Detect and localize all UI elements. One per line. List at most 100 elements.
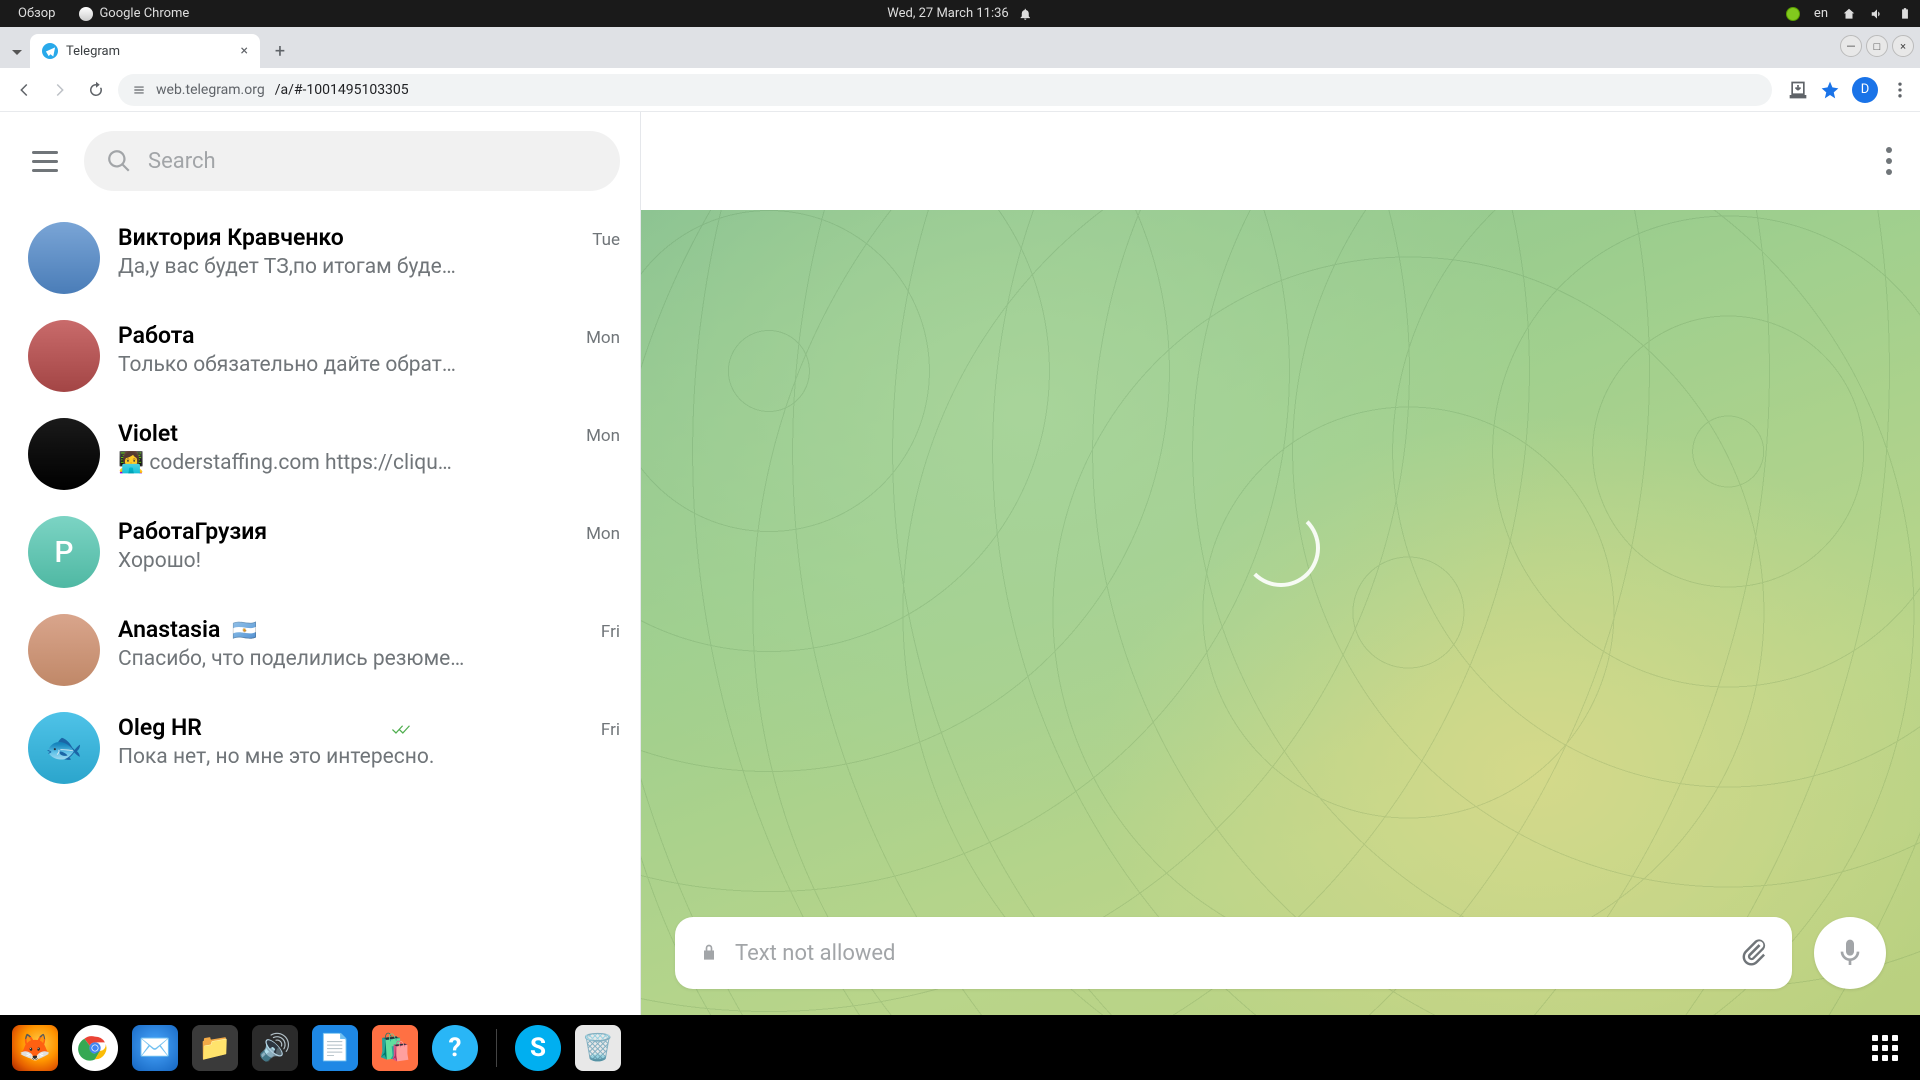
chat-item[interactable]: Violet Mon 👩‍💻 coderstaffing.com https://c… — [0, 406, 640, 504]
chat-item[interactable]: 🐟 Oleg HR ✓✓ Fri Пока нет, но мне это интере… — [0, 700, 640, 798]
chat-avatar — [28, 320, 100, 392]
sound-icon[interactable] — [1870, 7, 1884, 21]
composer-placeholder: Text not allowed — [735, 941, 895, 966]
dock: 🦊 ✉️ 📁 🔊 📄 🛍️ ? S 🗑️ — [0, 1015, 1920, 1080]
telegram-app: Search Виктория КравченкоTueДа,у вас буд… — [0, 112, 1920, 1015]
network-icon[interactable] — [1842, 7, 1856, 21]
dock-skype[interactable]: S — [515, 1025, 561, 1071]
maximize-button[interactable]: □ — [1866, 35, 1888, 57]
message-composer: Text not allowed — [675, 917, 1792, 989]
chat-name: Anastasia — [118, 616, 220, 643]
chat-date: Mon — [586, 524, 620, 544]
bookmark-star-icon[interactable] — [1820, 80, 1840, 100]
chat-name: Работа — [118, 322, 195, 349]
chat-area: Text not allowed — [641, 112, 1920, 1015]
dock-firefox[interactable]: 🦊 — [12, 1025, 58, 1071]
chat-background: Text not allowed — [641, 210, 1920, 1015]
chat-name: Violet — [118, 420, 178, 447]
chat-body: Anastasia🇦🇷FriСпасибо, что поделились ре… — [118, 614, 620, 686]
flag-icon: 🇦🇷 — [232, 618, 257, 642]
chat-item[interactable]: Р РаботаГрузия Mon Хорошо! — [0, 504, 640, 602]
overview-label[interactable]: Обзор — [18, 6, 55, 21]
url-host: web.telegram.org — [156, 82, 265, 98]
new-tab-button[interactable]: + — [266, 37, 294, 65]
chat-avatar: Р — [28, 516, 100, 588]
dock-chrome[interactable] — [72, 1025, 118, 1071]
site-settings-icon[interactable] — [132, 83, 146, 97]
dock-writer[interactable]: 📄 — [312, 1025, 358, 1071]
address-bar[interactable]: web.telegram.org/a/#-1001495103305 — [118, 74, 1772, 106]
reload-button[interactable] — [82, 76, 110, 104]
chat-preview: Пока нет, но мне это интересно. — [118, 745, 620, 769]
read-check-icon: ✓✓ — [391, 720, 405, 740]
notifications-icon[interactable] — [1019, 7, 1033, 21]
dock-software[interactable]: 🛍️ — [372, 1025, 418, 1071]
tab-title: Telegram — [66, 44, 233, 59]
loading-spinner — [1242, 509, 1320, 587]
tab-telegram[interactable]: Telegram × — [30, 34, 260, 68]
chat-date: Tue — [592, 230, 620, 250]
chat-body: РаботаГрузия Mon Хорошо! — [118, 516, 620, 588]
dock-apps-button[interactable] — [1862, 1025, 1908, 1071]
minimize-button[interactable]: － — [1840, 35, 1862, 57]
chat-date: Mon — [586, 328, 620, 348]
tab-close-button[interactable]: × — [241, 43, 248, 59]
back-button[interactable] — [10, 76, 38, 104]
dock-thunderbird[interactable]: ✉️ — [132, 1025, 178, 1071]
chat-item[interactable]: Anastasia🇦🇷FriСпасибо, что поделились ре… — [0, 602, 640, 700]
chat-list[interactable]: Виктория КравченкоTueДа,у вас будет ТЗ,п… — [0, 210, 640, 1015]
tab-bar: Telegram × + － □ × — [0, 27, 1920, 68]
chat-name: РаботаГрузия — [118, 518, 267, 545]
chat-date: Mon — [586, 426, 620, 446]
install-app-icon[interactable] — [1788, 80, 1808, 100]
dock-trash[interactable]: 🗑️ — [575, 1025, 621, 1071]
chat-body: Oleg HR ✓✓ Fri Пока нет, но мне это интерес… — [118, 712, 620, 784]
lock-icon — [699, 943, 719, 963]
chat-date: Fri — [601, 720, 620, 740]
search-icon — [106, 148, 132, 174]
chat-item[interactable]: Работа Mon Только обязательно дайте обрат… — [0, 308, 640, 406]
url-path: /a/#-1001495103305 — [275, 82, 409, 98]
sidebar-header: Search — [0, 112, 640, 210]
chat-menu-button[interactable] — [1886, 147, 1892, 175]
dock-help[interactable]: ? — [432, 1025, 478, 1071]
tab-search-button[interactable] — [8, 38, 26, 66]
menu-button[interactable] — [20, 136, 70, 186]
chrome-menu-icon[interactable] — [1890, 80, 1910, 100]
chat-preview: Только обязательно дайте обрат… — [118, 353, 620, 377]
chat-body: Виктория КравченкоTueДа,у вас будет ТЗ,п… — [118, 222, 620, 294]
voice-message-button[interactable] — [1814, 917, 1886, 989]
chat-body: Работа Mon Только обязательно дайте обрат… — [118, 320, 620, 392]
chat-pattern — [641, 210, 1920, 1015]
telegram-favicon — [42, 43, 58, 59]
chat-avatar — [28, 222, 100, 294]
chrome-icon — [79, 7, 93, 21]
chat-sidebar: Search Виктория КравченкоTueДа,у вас буд… — [0, 112, 641, 1015]
chat-preview: 👩‍💻 coderstaffing.com https://cliqu… — [118, 451, 620, 475]
search-placeholder: Search — [148, 149, 216, 174]
dock-separator — [496, 1029, 497, 1067]
attach-button[interactable] — [1738, 936, 1768, 970]
chat-preview: Да,у вас будет ТЗ,по итогам буде… — [118, 255, 620, 279]
profile-avatar[interactable]: D — [1852, 77, 1878, 103]
chat-preview: Хорошо! — [118, 549, 620, 573]
dock-files[interactable]: 📁 — [192, 1025, 238, 1071]
close-window-button[interactable]: × — [1892, 35, 1914, 57]
chat-item[interactable]: Виктория КравченкоTueДа,у вас будет ТЗ,п… — [0, 210, 640, 308]
chat-preview: Спасибо, что поделились резюме… — [118, 647, 620, 671]
status-ok-icon — [1786, 7, 1800, 21]
active-app-indicator[interactable]: Google Chrome — [79, 6, 189, 21]
chat-header — [641, 112, 1920, 210]
active-app-label: Google Chrome — [99, 6, 189, 21]
chrome-window: Telegram × + － □ × web.telegram.org/a/#-… — [0, 27, 1920, 1015]
chat-name: Oleg HR — [118, 714, 202, 741]
browser-toolbar: web.telegram.org/a/#-1001495103305 D — [0, 68, 1920, 112]
clock[interactable]: Wed, 27 March 11:36 — [887, 6, 1008, 21]
composer-row: Text not allowed — [641, 917, 1920, 989]
dock-rhythmbox[interactable]: 🔊 — [252, 1025, 298, 1071]
keyboard-layout[interactable]: en — [1814, 6, 1828, 21]
search-input[interactable]: Search — [84, 131, 620, 191]
chat-avatar — [28, 418, 100, 490]
battery-icon[interactable] — [1898, 7, 1912, 21]
chat-avatar: 🐟 — [28, 712, 100, 784]
